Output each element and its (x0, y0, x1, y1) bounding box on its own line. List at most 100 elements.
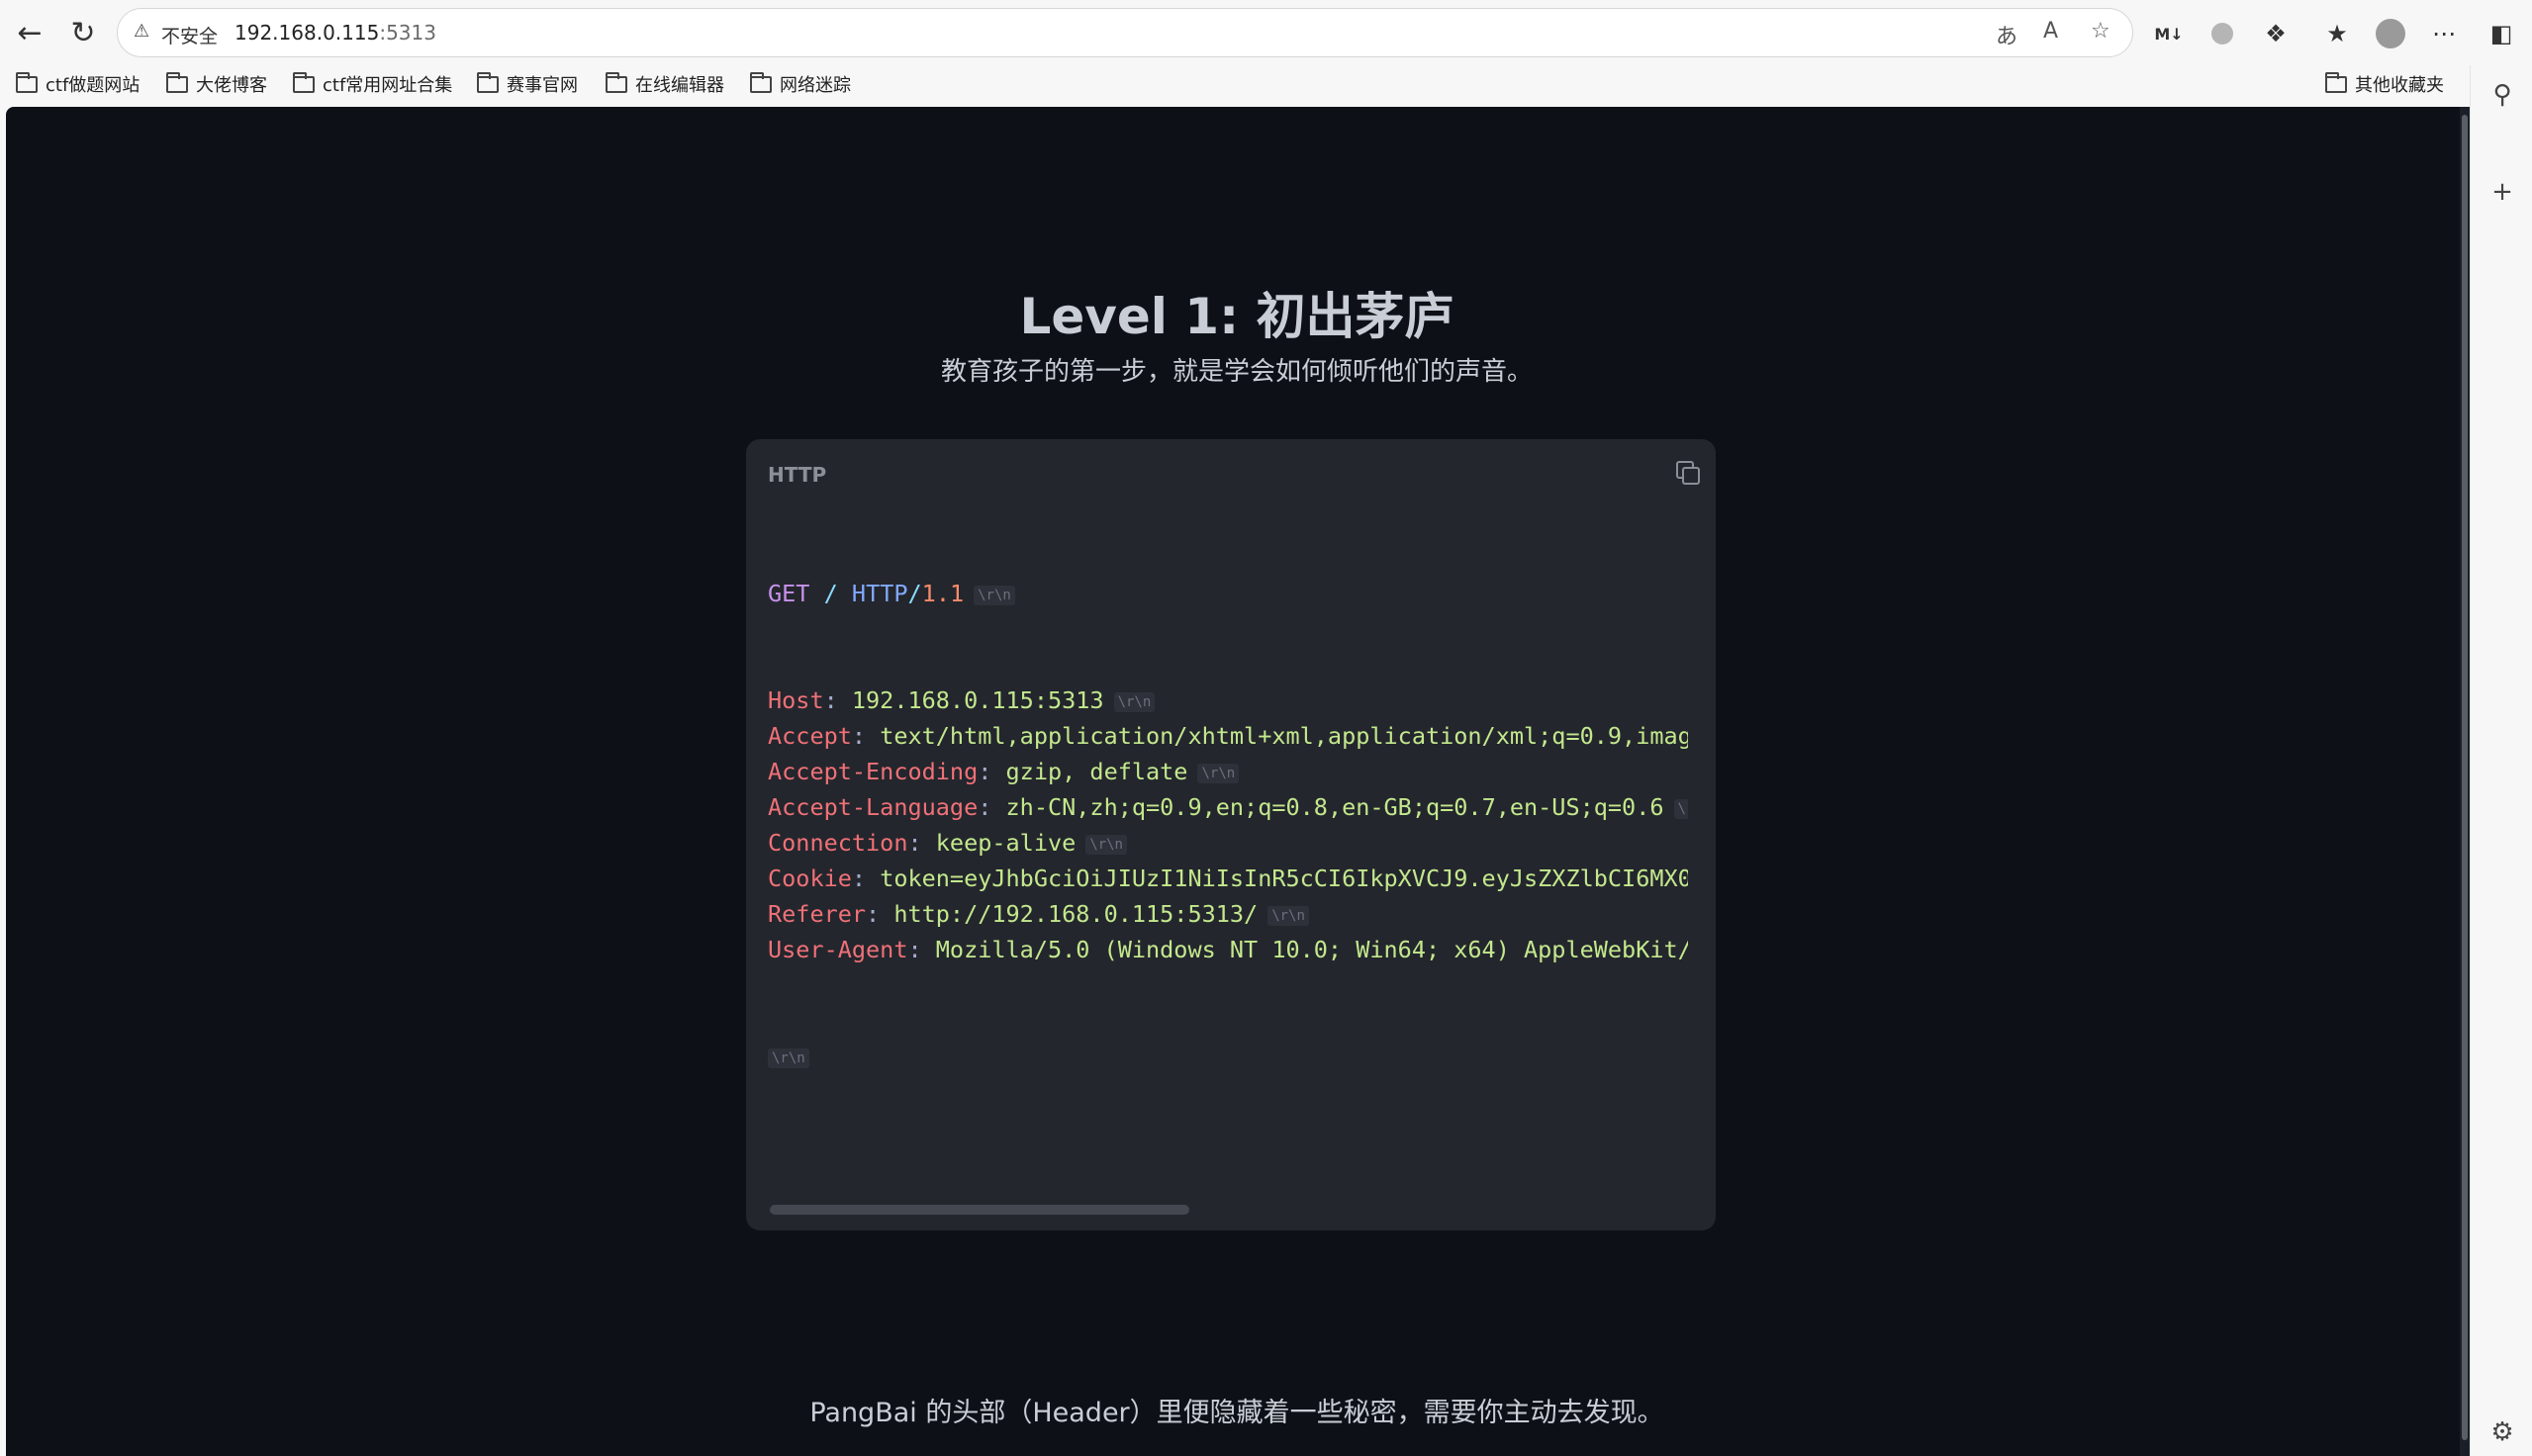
copy-icon[interactable] (1674, 459, 1700, 485)
header-key: Connection (768, 829, 908, 857)
header-key: Accept (768, 722, 852, 750)
settings-gear-icon[interactable]: ⚙ (2485, 1414, 2520, 1450)
crlf-marker: \r\n (1197, 763, 1240, 783)
folder-icon (16, 71, 38, 93)
header-key: Accept-Language (768, 793, 979, 821)
header-key: Referer (768, 900, 867, 928)
read-aloud-icon[interactable]: A (2043, 19, 2058, 44)
security-label[interactable]: 不安全 (161, 22, 218, 48)
bookmark-label: 赛事官网 (507, 75, 578, 96)
header-value: http://192.168.0.115:5313/ (893, 900, 1259, 928)
favorites-list-icon[interactable]: ★ (2319, 16, 2355, 51)
header-value: zh-CN,zh;q=0.9,en;q=0.8,en-GB;q=0.7,en-U… (1005, 793, 1664, 821)
bookmarks-bar: ctf做题网站 大佬博客 ctf常用网址合集 赛事官网 在线编辑器 网络迷踪 其… (0, 65, 2532, 107)
header-line: Accept: text/html,application/xhtml+xml,… (768, 718, 1688, 754)
request-path: / (823, 580, 838, 607)
bookmark-folder[interactable]: 在线编辑器 (606, 71, 724, 97)
markdown-extension-icon[interactable]: M↓ (2151, 16, 2187, 51)
folder-icon (166, 71, 188, 93)
folder-icon (750, 71, 772, 93)
header-value: Mozilla/5.0 (Windows NT 10.0; Win64; x64… (935, 936, 1688, 963)
crlf-marker: \r\n (1085, 834, 1127, 855)
header-line: Cookie: token=eyJhbGciOiJIUzI1NiIsInR5cC… (768, 861, 1688, 896)
header-colon: : (978, 793, 1006, 821)
bookmark-folder[interactable]: ctf常用网址合集 (293, 71, 452, 97)
header-key: Accept-Encoding (768, 758, 979, 785)
header-key: Cookie (768, 864, 852, 892)
header-line: Connection: keep-alive \r\n (768, 825, 1688, 861)
header-colon: : (866, 900, 894, 928)
header-line: Referer: http://192.168.0.115:5313/ \r\n (768, 896, 1688, 932)
hint-text: PangBai 的头部（Header）里便隐藏着一些秘密，需要你主动去发现。 (809, 1398, 1664, 1428)
http-request-text: GET / HTTP/1.1 \r\n Host: 192.168.0.115:5… (768, 504, 1688, 1145)
edge-sidebar: ⚲ + ⚙ (2470, 65, 2532, 1456)
bookmark-folder[interactable]: 大佬博客 (166, 71, 267, 97)
crlf-marker: \r\n (974, 585, 1015, 605)
header-line: User-Agent: Mozilla/5.0 (Windows NT 10.0… (768, 932, 1688, 967)
header-colon: : (978, 758, 1006, 785)
header-value: gzip, deflate (1005, 758, 1188, 785)
vertical-scrollbar-thumb[interactable] (2462, 115, 2468, 1440)
bookmark-folder[interactable]: 赛事官网 (477, 71, 578, 97)
more-menu-icon[interactable]: ⋯ (2426, 16, 2462, 51)
bookmark-label: ctf做题网站 (46, 75, 141, 96)
page-viewport: Level 1: 初出茅庐 教育孩子的第一步，就是学会如何倾听他们的声音。 HT… (6, 107, 2468, 1456)
horizontal-scrollbar[interactable] (770, 1205, 1189, 1215)
header-value: 192.168.0.115:5313 (851, 686, 1104, 714)
header-value: token=eyJhbGciOiJIUzI1NiIsInR5cCI6IkpXVC… (880, 864, 1688, 892)
browser-toolbar: ← ↻ ⚠ 不安全 192.168.0.115:5313 あ A ☆ M↓ ❖ … (0, 0, 2532, 65)
crlf-marker: \r\n (1113, 691, 1156, 712)
page-title: Level 1: 初出茅庐 (1019, 288, 1454, 345)
bookmark-folder[interactable]: 网络迷踪 (750, 71, 851, 97)
request-protocol: HTTP (851, 580, 908, 607)
header-colon: : (907, 829, 936, 857)
header-colon: : (851, 864, 881, 892)
protocol-slash: / (907, 580, 922, 607)
request-method: GET (768, 580, 810, 607)
bookmark-label: 网络迷踪 (780, 75, 851, 96)
other-bookmarks-label: 其他收藏夹 (2355, 75, 2444, 96)
search-icon[interactable]: ⚲ (2485, 77, 2520, 113)
header-line: Host: 192.168.0.115:5313 \r\n (768, 682, 1688, 718)
crlf-marker: \r\n (1267, 905, 1309, 926)
bookmark-label: ctf常用网址合集 (323, 75, 453, 96)
code-language-label: HTTP (768, 463, 827, 487)
bookmark-label: 在线编辑器 (635, 75, 724, 96)
final-crlf-line: \r\n (768, 1039, 1688, 1074)
sidebar-toggle-icon[interactable]: ◧ (2484, 16, 2519, 51)
header-key: User-Agent (768, 936, 908, 963)
http-code-block: HTTP GET / HTTP/1.1 \r\n Host: 192.168.0.… (746, 439, 1716, 1230)
request-line: GET / HTTP/1.1 \r\n (768, 576, 1688, 611)
bookmark-folder[interactable]: ctf做题网站 (16, 71, 140, 97)
crlf-marker: \r\n (768, 1047, 809, 1068)
other-bookmarks-folder[interactable]: 其他收藏夹 (2325, 71, 2444, 97)
profile-avatar-icon[interactable] (2373, 16, 2408, 51)
folder-icon (477, 71, 499, 93)
url-host: 192.168.0.115 (234, 21, 380, 45)
favorite-star-icon[interactable]: ☆ (2091, 19, 2110, 44)
extensions-puzzle-icon[interactable]: ❖ (2258, 16, 2294, 51)
bookmark-label: 大佬博客 (196, 75, 267, 96)
folder-icon (2325, 71, 2347, 93)
request-version: 1.1 (921, 580, 965, 607)
header-key: Host (768, 686, 824, 714)
warning-icon: ⚠ (134, 21, 150, 42)
folder-icon (606, 71, 627, 93)
refresh-icon[interactable]: ↻ (63, 14, 103, 53)
crlf-marker: \r\ (1673, 798, 1688, 819)
header-colon: : (851, 722, 881, 750)
folder-icon (293, 71, 315, 93)
back-arrow-icon[interactable]: ← (10, 14, 49, 53)
add-icon[interactable]: + (2485, 174, 2520, 210)
header-value: keep-alive (935, 829, 1077, 857)
header-colon: : (823, 686, 852, 714)
address-bar[interactable]: ⚠ 不安全 192.168.0.115:5313 あ A ☆ (117, 8, 2133, 57)
page-subtitle: 教育孩子的第一步，就是学会如何倾听他们的声音。 (940, 357, 1533, 387)
header-colon: : (907, 936, 936, 963)
header-line: Accept-Encoding: gzip, deflate \r\n (768, 754, 1688, 789)
extension-circle-icon[interactable] (2204, 16, 2240, 51)
header-line: Accept-Language: zh-CN,zh;q=0.9,en;q=0.8… (768, 789, 1688, 825)
translate-icon[interactable]: あ (1996, 19, 2017, 50)
url-port: :5313 (379, 21, 436, 45)
url-text[interactable]: 192.168.0.115:5313 (234, 21, 436, 45)
